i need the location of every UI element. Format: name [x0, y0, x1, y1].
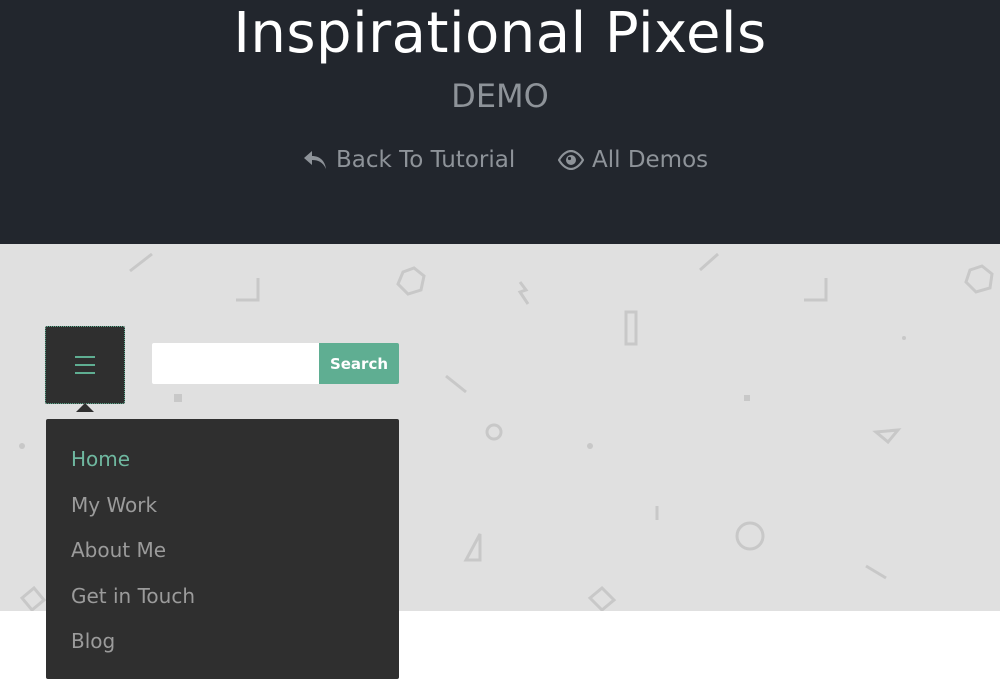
search-button[interactable]: Search	[319, 343, 399, 384]
menu-item-home[interactable]: Home	[71, 445, 130, 473]
site-header: Inspirational Pixels DEMO Back To Tutori…	[0, 0, 1000, 244]
eye-icon	[558, 150, 584, 170]
menu-toggle-button[interactable]	[45, 326, 125, 412]
menu-item-about-me[interactable]: About Me	[71, 536, 166, 564]
back-to-tutorial-link[interactable]: Back To Tutorial	[302, 143, 515, 177]
demo-label: DEMO	[451, 77, 549, 115]
all-demos-link[interactable]: All Demos	[558, 143, 708, 177]
menu-item-get-in-touch[interactable]: Get in Touch	[71, 582, 195, 610]
reply-arrow-icon	[304, 151, 326, 169]
menu-item-blog[interactable]: Blog	[71, 627, 115, 655]
menu-caret	[76, 403, 94, 412]
site-title: Inspirational Pixels	[233, 1, 767, 66]
dropdown-menu: Home My Work About Me Get in Touch Blog	[46, 419, 399, 679]
hamburger-icon	[75, 356, 95, 374]
back-to-tutorial-label: Back To Tutorial	[336, 147, 516, 173]
search-input[interactable]	[152, 343, 319, 384]
all-demos-label: All Demos	[592, 147, 709, 173]
menu-item-my-work[interactable]: My Work	[71, 491, 157, 519]
